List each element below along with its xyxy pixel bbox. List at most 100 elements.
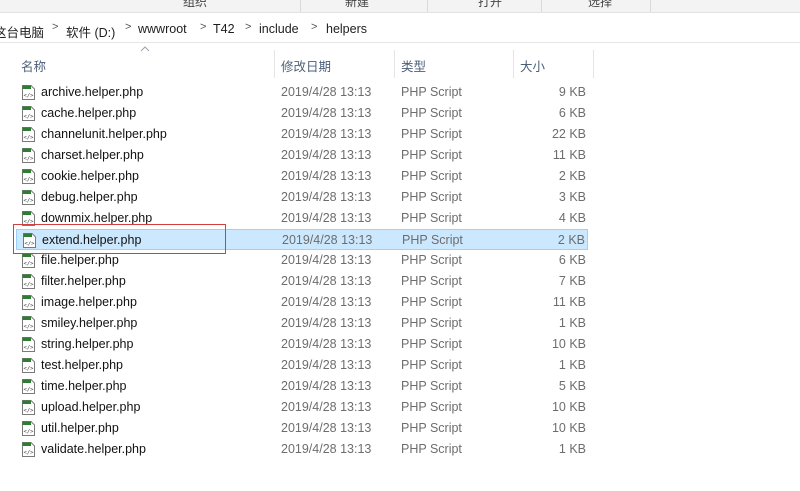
php-file-icon: </> — [22, 190, 35, 205]
php-file-icon: </> — [22, 421, 35, 436]
svg-text:</>: </> — [24, 387, 35, 393]
ribbon-organize[interactable]: 组织 — [183, 0, 207, 10]
chevron-right-icon[interactable]: > — [311, 21, 317, 33]
file-size: 2 KB — [558, 169, 586, 183]
breadcrumb-helpers[interactable]: helpers — [326, 22, 367, 36]
file-type: PHP Script — [401, 127, 462, 141]
file-row[interactable]: </> string.helper.php 2019/4/28 13:13 PH… — [16, 334, 588, 355]
file-type: PHP Script — [401, 358, 462, 372]
file-row[interactable]: </> smiley.helper.php 2019/4/28 13:13 PH… — [16, 313, 588, 334]
ribbon-divider — [650, 0, 651, 12]
svg-text:</>: </> — [24, 345, 35, 351]
address-bar[interactable]: 这台电脑 > 软件 (D:) > wwwroot > T42 > include… — [0, 16, 800, 43]
svg-text:</>: </> — [24, 219, 35, 225]
file-date: 2019/4/28 13:13 — [281, 85, 372, 99]
file-date: 2019/4/28 13:13 — [281, 337, 372, 351]
file-name: charset.helper.php — [41, 148, 144, 162]
column-header-row: 名称 修改日期 类型 大小 — [0, 52, 800, 78]
chevron-right-icon[interactable]: > — [125, 21, 131, 33]
file-name: time.helper.php — [41, 379, 127, 393]
file-row[interactable]: </> downmix.helper.php 2019/4/28 13:13 P… — [16, 208, 588, 229]
php-file-icon: </> — [22, 169, 35, 184]
file-name: file.helper.php — [41, 253, 119, 267]
file-row[interactable]: </> charset.helper.php 2019/4/28 13:13 P… — [16, 145, 588, 166]
file-size: 7 KB — [558, 274, 586, 288]
svg-text:</>: </> — [24, 450, 35, 456]
breadcrumb-wwwroot[interactable]: wwwroot — [138, 22, 187, 36]
file-size: 2 KB — [557, 233, 585, 247]
breadcrumb-this-pc[interactable]: 这台电脑 — [0, 22, 44, 41]
ribbon-new[interactable]: 新建 — [345, 0, 369, 10]
file-type: PHP Script — [401, 442, 462, 456]
file-row[interactable]: </> extend.helper.php 2019/4/28 13:13 PH… — [16, 229, 588, 250]
file-row[interactable]: </> image.helper.php 2019/4/28 13:13 PHP… — [16, 292, 588, 313]
svg-text:</>: </> — [24, 261, 35, 267]
file-size: 10 KB — [551, 400, 586, 414]
file-date: 2019/4/28 13:13 — [281, 127, 372, 141]
file-row[interactable]: </> upload.helper.php 2019/4/28 13:13 PH… — [16, 397, 588, 418]
php-file-icon: </> — [22, 148, 35, 163]
file-date: 2019/4/28 13:13 — [281, 211, 372, 225]
breadcrumb-include[interactable]: include — [259, 22, 299, 36]
file-size: 22 KB — [551, 127, 586, 141]
ribbon-divider — [427, 0, 428, 12]
file-row[interactable]: </> channelunit.helper.php 2019/4/28 13:… — [16, 124, 588, 145]
file-row[interactable]: </> cache.helper.php 2019/4/28 13:13 PHP… — [16, 103, 588, 124]
svg-text:</>: </> — [24, 429, 35, 435]
file-row[interactable]: </> filter.helper.php 2019/4/28 13:13 PH… — [16, 271, 588, 292]
breadcrumb-drive-d[interactable]: 软件 (D:) — [66, 22, 115, 41]
ribbon-select[interactable]: 选择 — [588, 0, 612, 10]
file-name: image.helper.php — [41, 295, 137, 309]
column-header-type[interactable]: 类型 — [401, 56, 426, 75]
file-name: cache.helper.php — [41, 106, 137, 120]
file-type: PHP Script — [401, 106, 462, 120]
php-file-icon: </> — [22, 211, 35, 226]
svg-text:</>: </> — [24, 366, 35, 372]
file-row[interactable]: </> debug.helper.php 2019/4/28 13:13 PHP… — [16, 187, 588, 208]
file-date: 2019/4/28 13:13 — [281, 148, 372, 162]
file-date: 2019/4/28 13:13 — [281, 379, 372, 393]
file-row[interactable]: </> archive.helper.php 2019/4/28 13:13 P… — [16, 82, 588, 103]
php-file-icon: </> — [22, 379, 35, 394]
file-name: filter.helper.php — [41, 274, 126, 288]
column-header-size[interactable]: 大小 — [520, 56, 545, 75]
column-divider[interactable] — [274, 50, 275, 78]
php-file-icon: </> — [22, 316, 35, 331]
chevron-right-icon[interactable]: > — [200, 21, 206, 33]
svg-text:</>: </> — [24, 135, 35, 141]
file-name: upload.helper.php — [41, 400, 141, 414]
file-date: 2019/4/28 13:13 — [281, 295, 372, 309]
svg-text:</>: </> — [24, 408, 35, 414]
file-row[interactable]: </> cookie.helper.php 2019/4/28 13:13 PH… — [16, 166, 588, 187]
file-size: 6 KB — [558, 253, 586, 267]
file-name: extend.helper.php — [42, 233, 142, 247]
column-header-date[interactable]: 修改日期 — [281, 56, 331, 75]
file-size: 10 KB — [551, 421, 586, 435]
file-row[interactable]: </> test.helper.php 2019/4/28 13:13 PHP … — [16, 355, 588, 376]
file-date: 2019/4/28 13:13 — [281, 190, 372, 204]
breadcrumb-t42[interactable]: T42 — [213, 22, 235, 36]
file-type: PHP Script — [401, 379, 462, 393]
chevron-right-icon[interactable]: > — [245, 21, 251, 33]
php-file-icon: </> — [22, 127, 35, 142]
svg-text:</>: </> — [24, 282, 35, 288]
file-name: cookie.helper.php — [41, 169, 139, 183]
file-type: PHP Script — [401, 295, 462, 309]
chevron-right-icon[interactable]: > — [52, 21, 58, 33]
file-row[interactable]: </> time.helper.php 2019/4/28 13:13 PHP … — [16, 376, 588, 397]
ribbon-open[interactable]: 打开 — [478, 0, 502, 10]
file-date: 2019/4/28 13:13 — [281, 316, 372, 330]
file-name: util.helper.php — [41, 421, 119, 435]
column-divider[interactable] — [593, 50, 594, 78]
file-date: 2019/4/28 13:13 — [282, 233, 373, 247]
file-size: 1 KB — [558, 442, 586, 456]
file-row[interactable]: </> util.helper.php 2019/4/28 13:13 PHP … — [16, 418, 588, 439]
php-file-icon: </> — [22, 253, 35, 268]
column-divider[interactable] — [394, 50, 395, 78]
file-row[interactable]: </> file.helper.php 2019/4/28 13:13 PHP … — [16, 250, 588, 271]
column-header-name[interactable]: 名称 — [21, 56, 46, 75]
column-divider[interactable] — [513, 50, 514, 78]
file-row[interactable]: </> validate.helper.php 2019/4/28 13:13 … — [16, 439, 588, 460]
ribbon-divider — [541, 0, 542, 12]
file-size: 6 KB — [558, 106, 586, 120]
